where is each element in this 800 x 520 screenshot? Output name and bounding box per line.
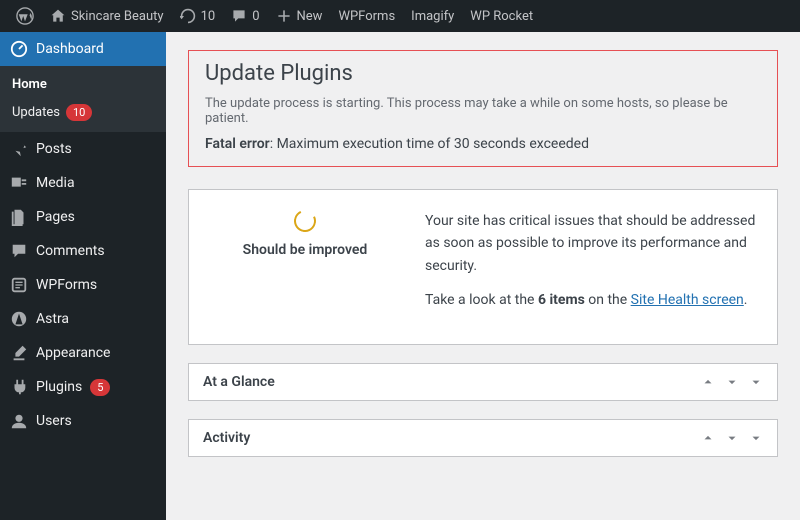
admin-topbar: Skincare Beauty 10 0 New WPForms Imagify…	[0, 0, 800, 32]
page-title: Update Plugins	[205, 61, 761, 86]
update-message: The update process is starting. This pro…	[205, 96, 761, 126]
topbar-wpforms[interactable]: WPForms	[330, 0, 403, 32]
sidebar-item-pages[interactable]: Pages	[0, 200, 166, 234]
toggle-icon[interactable]	[749, 431, 763, 445]
form-icon	[10, 276, 28, 294]
topbar-updates[interactable]: 10	[172, 0, 224, 32]
dashboard-icon	[10, 40, 28, 58]
wp-logo[interactable]	[8, 0, 42, 32]
sidebar-item-appearance[interactable]: Appearance	[0, 336, 166, 370]
sidebar-item-label: Dashboard	[36, 41, 104, 57]
sidebar-item-media[interactable]: Media	[0, 166, 166, 200]
sidebar-item-posts[interactable]: Posts	[0, 132, 166, 166]
toggle-icon[interactable]	[749, 375, 763, 389]
plugins-badge: 5	[90, 379, 110, 396]
sidebar-item-wpforms[interactable]: WPForms	[0, 268, 166, 302]
dashboard-submenu: Home Updates10	[0, 66, 166, 132]
move-up-icon[interactable]	[701, 375, 715, 389]
brush-icon	[10, 344, 28, 362]
move-down-icon[interactable]	[725, 431, 739, 445]
updates-badge: 10	[66, 104, 92, 121]
submenu-home[interactable]: Home	[0, 71, 166, 98]
media-icon	[10, 174, 28, 192]
comment-icon	[10, 242, 28, 260]
astra-icon	[10, 310, 28, 328]
move-up-icon[interactable]	[701, 431, 715, 445]
sidebar-item-plugins[interactable]: Plugins5	[0, 370, 166, 404]
panel-title: Activity	[203, 430, 250, 446]
site-health-panel: Should be improved Your site has critica…	[188, 189, 778, 345]
health-status: Should be improved	[205, 210, 405, 324]
health-progress-icon	[291, 207, 319, 235]
health-description: Your site has critical issues that shoul…	[425, 210, 761, 324]
move-down-icon[interactable]	[725, 375, 739, 389]
admin-sidebar: Dashboard Home Updates10 Posts Media Pag…	[0, 32, 166, 520]
sidebar-item-astra[interactable]: Astra	[0, 302, 166, 336]
panel-title: At a Glance	[203, 374, 275, 390]
site-health-link[interactable]: Site Health screen	[631, 292, 744, 308]
user-icon	[10, 412, 28, 430]
sidebar-item-users[interactable]: Users	[0, 404, 166, 438]
page-icon	[10, 208, 28, 226]
activity-panel: Activity	[188, 419, 778, 457]
update-error-box: Update Plugins The update process is sta…	[188, 50, 778, 167]
topbar-wprocket[interactable]: WP Rocket	[462, 0, 541, 32]
submenu-updates[interactable]: Updates10	[0, 98, 166, 127]
topbar-imagify[interactable]: Imagify	[403, 0, 462, 32]
fatal-error: Fatal error: Maximum execution time of 3…	[205, 136, 761, 152]
plug-icon	[10, 378, 28, 396]
topbar-comments[interactable]: 0	[223, 0, 267, 32]
sidebar-item-dashboard[interactable]: Dashboard	[0, 32, 166, 66]
pin-icon	[10, 140, 28, 158]
at-a-glance-panel: At a Glance	[188, 363, 778, 401]
site-link[interactable]: Skincare Beauty	[42, 0, 172, 32]
sidebar-item-comments[interactable]: Comments	[0, 234, 166, 268]
main-content: Update Plugins The update process is sta…	[166, 32, 800, 520]
topbar-new[interactable]: New	[268, 0, 331, 32]
